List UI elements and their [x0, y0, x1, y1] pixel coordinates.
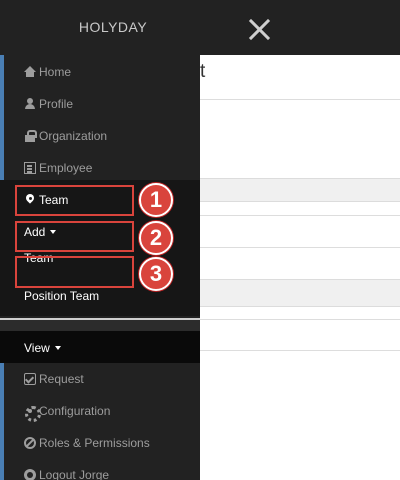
sidebar-item-organization[interactable]: Organization	[0, 120, 200, 152]
view-dropdown-label: View	[24, 341, 50, 355]
highlight-box-3	[15, 256, 134, 288]
divider	[200, 247, 400, 248]
background-page: t	[200, 55, 400, 480]
step-badge-3: 3	[139, 257, 173, 291]
brand-title[interactable]: HOLYDAY	[0, 0, 226, 55]
sidebar-item-profile[interactable]: Profile	[0, 88, 200, 120]
step-badge-2: 2	[139, 221, 173, 255]
sidebar-item-label: Logout Jorge	[39, 468, 110, 480]
view-dropdown[interactable]: View	[0, 332, 200, 364]
sidebar-item-label: Organization	[39, 129, 108, 143]
highlight-box-1	[15, 185, 134, 216]
app-root: HOLYDAY t Home Profile Organization Empl…	[0, 0, 400, 480]
sidebar-item-configuration[interactable]: Configuration	[0, 395, 200, 427]
user-icon	[24, 98, 36, 110]
edit-icon	[24, 373, 36, 385]
page-title-fragment: t	[200, 61, 206, 82]
lock-icon	[24, 130, 37, 142]
step-badge-1: 1	[139, 183, 173, 217]
sidebar-item-label: Home	[39, 65, 72, 79]
divider	[0, 320, 200, 331]
divider	[200, 350, 400, 351]
divider	[200, 319, 400, 320]
sidebar-item-label: Request	[39, 372, 84, 386]
gear-icon	[24, 405, 41, 422]
sidebar-item-label: Configuration	[39, 404, 111, 418]
sidebar-item-label: Profile	[39, 97, 74, 111]
sidebar-item-roles-permissions[interactable]: Roles & Permissions	[0, 427, 200, 459]
sidebar-item-home[interactable]: Home	[0, 56, 200, 88]
divider	[200, 215, 400, 216]
top-navbar: HOLYDAY	[0, 0, 400, 55]
sidebar-item-label: Roles & Permissions	[39, 436, 150, 450]
list-icon	[24, 162, 36, 174]
divider	[200, 99, 400, 100]
sidebar-item-label: Employee	[39, 161, 93, 175]
home-icon	[24, 66, 36, 78]
table-header-band	[200, 279, 400, 307]
caret-down-icon	[54, 346, 61, 350]
menu-item-label: Position Team	[24, 289, 100, 303]
table-header-band	[200, 178, 400, 202]
sidebar-item-request[interactable]: Request	[0, 363, 200, 395]
sidebar-item-logout[interactable]: Logout Jorge	[0, 459, 200, 480]
close-icon[interactable]	[244, 14, 274, 44]
logout-icon	[24, 469, 36, 480]
highlight-box-2	[15, 221, 134, 252]
ban-icon	[24, 437, 36, 449]
